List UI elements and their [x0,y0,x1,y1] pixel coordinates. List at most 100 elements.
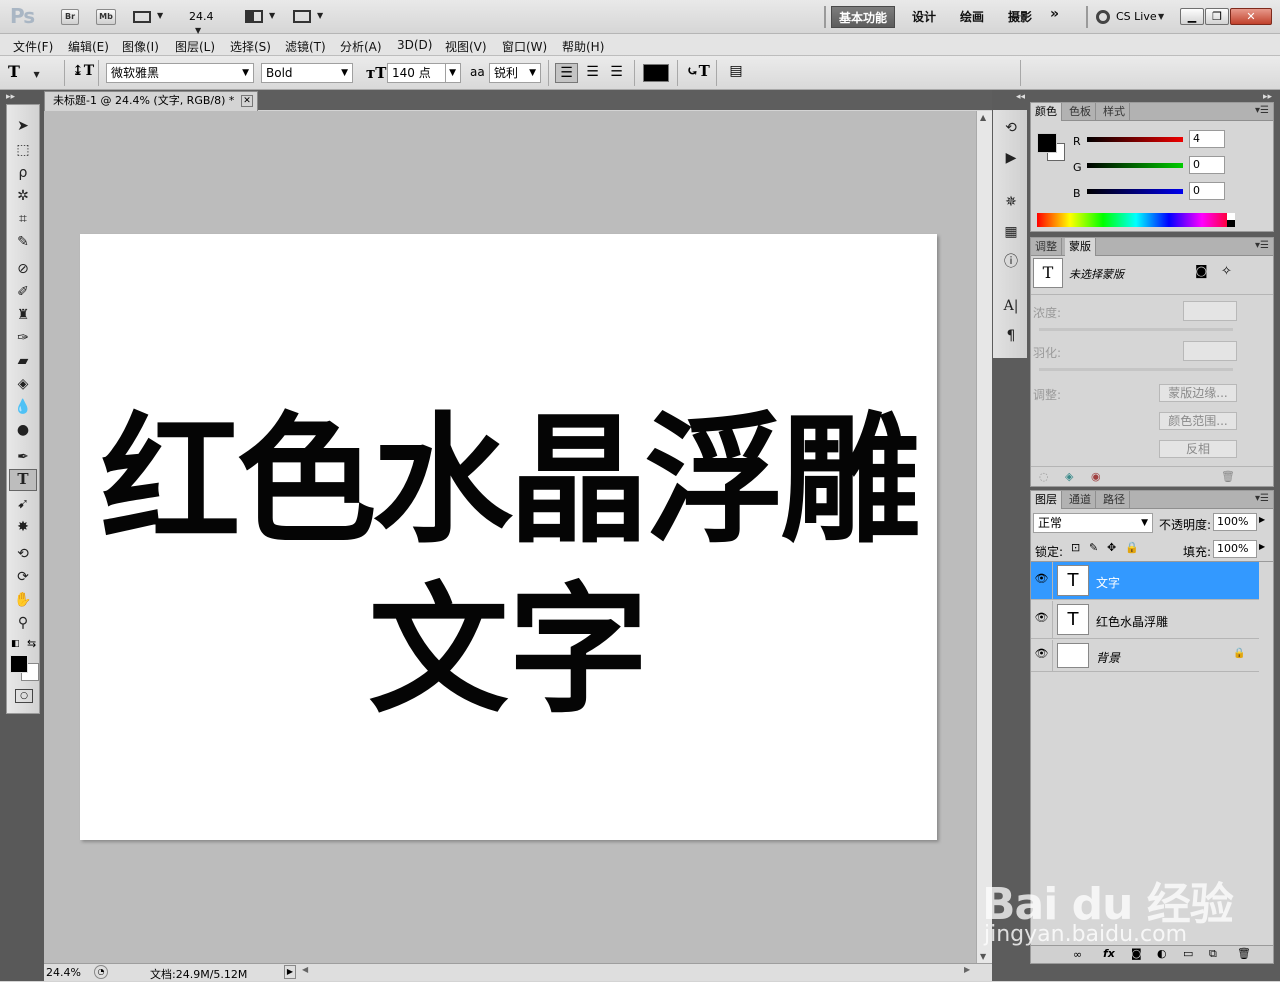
trash-icon[interactable]: 🗑 [1237,947,1251,960]
fill-input[interactable]: 100% [1213,540,1257,558]
actions-panel-icon[interactable]: ▶ [1001,148,1021,168]
density-input[interactable] [1183,301,1237,321]
align-right-button[interactable]: ☰ [605,63,628,83]
document-tab[interactable]: 未标题-1 @ 24.4% (文字, RGB/8) * ✕ [44,91,258,111]
tab-layers[interactable]: 图层 [1031,491,1062,509]
black-swatch[interactable] [1227,220,1235,227]
lock-pixels-icon[interactable]: ✎ [1089,541,1098,554]
lasso-tool[interactable]: ρ [9,162,37,184]
antialias-select[interactable]: 锐利 ▼ [489,63,541,83]
zoom-level-menu[interactable]: 24.4 ▼ [189,10,229,36]
opacity-input[interactable]: 100% [1213,513,1257,531]
vertical-scrollbar[interactable]: ▲ ▼ [976,111,992,963]
pixel-mask-icon[interactable]: ◙ [1195,264,1208,279]
feather-input[interactable] [1183,341,1237,361]
foreground-color-swatch[interactable] [10,655,28,673]
new-group-icon[interactable]: ▭ [1183,947,1193,960]
density-slider[interactable] [1039,328,1233,331]
scroll-down-icon[interactable]: ▼ [980,952,986,961]
font-size-select[interactable]: 140 点 ▼ [387,63,461,83]
zoom-tool[interactable]: ⚲ [9,612,37,634]
tab-channels[interactable]: 通道 [1065,491,1096,509]
clone-stamp-tool[interactable]: ♜ [9,304,37,326]
tab-adjustments[interactable]: 调整 [1031,238,1062,256]
blue-value-input[interactable]: 0 [1189,182,1225,200]
panel-menu-icon[interactable]: ▾☰ [1255,240,1269,251]
layer-row[interactable]: 👁 T 红色水晶浮雕 [1031,601,1259,639]
tab-masks[interactable]: 蒙版 [1065,238,1096,256]
zoom-status[interactable]: 24.4% [46,966,81,979]
close-tab-icon[interactable]: ✕ [241,95,253,107]
expand-icon[interactable]: ◂◂ [1016,92,1025,102]
document-canvas[interactable]: 红色水晶浮雕 文字 [80,234,937,840]
paint-bucket-tool[interactable]: ◈ [9,373,37,395]
green-value-input[interactable]: 0 [1189,156,1225,174]
status-arrow-icon[interactable]: ▶ [284,965,296,979]
scroll-up-icon[interactable]: ▲ [980,113,986,122]
align-center-button[interactable]: ☰ [581,63,604,83]
invert-button[interactable]: 反相 [1159,440,1237,458]
view-extras-menu[interactable]: ▼ [133,9,167,25]
fx-icon[interactable]: fx [1103,947,1115,960]
mask-edge-button[interactable]: 蒙版边缘... [1159,384,1237,402]
3d-rotate-tool[interactable]: ⟲ [9,543,37,565]
history-panel-icon[interactable]: ⟲ [1001,118,1021,138]
close-button[interactable]: ✕ [1230,8,1272,25]
3d-orbit-tool[interactable]: ⟳ [9,566,37,588]
layer-name[interactable]: 红色水晶浮雕 [1096,613,1168,630]
history-brush-tool[interactable]: ✑ [9,327,37,349]
add-mask-icon[interactable]: ◙ [1131,947,1142,960]
menu-analysis[interactable]: 分析(A) [340,38,382,55]
navigator-panel-icon[interactable]: ✵ [1001,192,1021,212]
dodge-tool[interactable]: ● [9,419,37,441]
menu-view[interactable]: 视图(V) [445,38,487,55]
layer-row[interactable]: 👁 T 文字 [1031,562,1259,600]
eraser-tool[interactable]: ▰ [9,350,37,372]
bridge-button[interactable]: Br [61,9,79,25]
layer-name[interactable]: 背景 [1096,649,1120,666]
menu-select[interactable]: 选择(S) [230,38,271,55]
color-spectrum-ramp[interactable] [1037,213,1235,227]
panel-menu-icon[interactable]: ▾☰ [1255,493,1269,504]
hand-tool[interactable]: ✋ [9,589,37,611]
lock-transparency-icon[interactable]: ⊡ [1071,541,1080,554]
visibility-toggle[interactable]: 👁 [1031,640,1053,671]
menu-window[interactable]: 窗口(W) [502,38,547,55]
foreground-color-swatch[interactable] [1037,133,1057,153]
swap-colors-icon[interactable]: ⇆ [27,637,36,650]
eyedropper-tool[interactable]: ✎ [9,231,37,253]
restore-button[interactable]: ❐ [1205,8,1229,25]
visibility-toggle[interactable]: 👁 [1031,601,1053,638]
tool-preset-picker[interactable]: T ▼ [8,62,58,84]
blue-slider[interactable] [1087,189,1183,194]
fill-slider-icon[interactable]: ▶ [1259,542,1265,551]
lock-all-icon[interactable]: 🔒 [1125,541,1139,554]
apply-mask-icon[interactable]: ◈ [1065,470,1073,483]
red-slider[interactable] [1087,137,1183,142]
color-range-button[interactable]: 颜色范围... [1159,412,1237,430]
menu-layer[interactable]: 图层(L) [175,38,215,55]
default-colors-icon[interactable]: ◧ [11,639,20,649]
paragraph-panel-icon[interactable]: ¶ [1001,326,1021,346]
character-panel-button[interactable]: ▤ [726,63,746,83]
menu-image[interactable]: 图像(I) [122,38,159,55]
font-family-select[interactable]: 微软雅黑 ▼ [106,63,254,83]
mini-bridge-button[interactable]: Mb [96,9,116,25]
collapse-dock-icon[interactable]: ▸▸ [1263,92,1272,102]
disable-mask-icon[interactable]: ◉ [1091,470,1101,483]
crop-tool[interactable]: ⌗ [9,208,37,230]
shape-tool[interactable]: ✸ [9,516,37,538]
feather-slider[interactable] [1039,368,1233,371]
collapse-icon[interactable]: ▸▸ [6,92,15,102]
character-panel-icon[interactable]: A| [1001,296,1021,316]
menu-3d[interactable]: 3D(D) [397,38,432,52]
tab-paths[interactable]: 路径 [1099,491,1130,509]
panel-menu-icon[interactable]: ▾☰ [1255,105,1269,116]
visibility-toggle[interactable]: 👁 [1031,562,1053,599]
blur-tool[interactable]: 💧 [9,396,37,418]
white-swatch[interactable] [1227,213,1235,220]
load-selection-icon[interactable]: ◌ [1039,470,1049,483]
tab-styles[interactable]: 样式 [1099,103,1130,121]
adjustment-layer-icon[interactable]: ◐ [1157,947,1167,960]
more-workspaces-button[interactable]: » [1050,6,1059,22]
